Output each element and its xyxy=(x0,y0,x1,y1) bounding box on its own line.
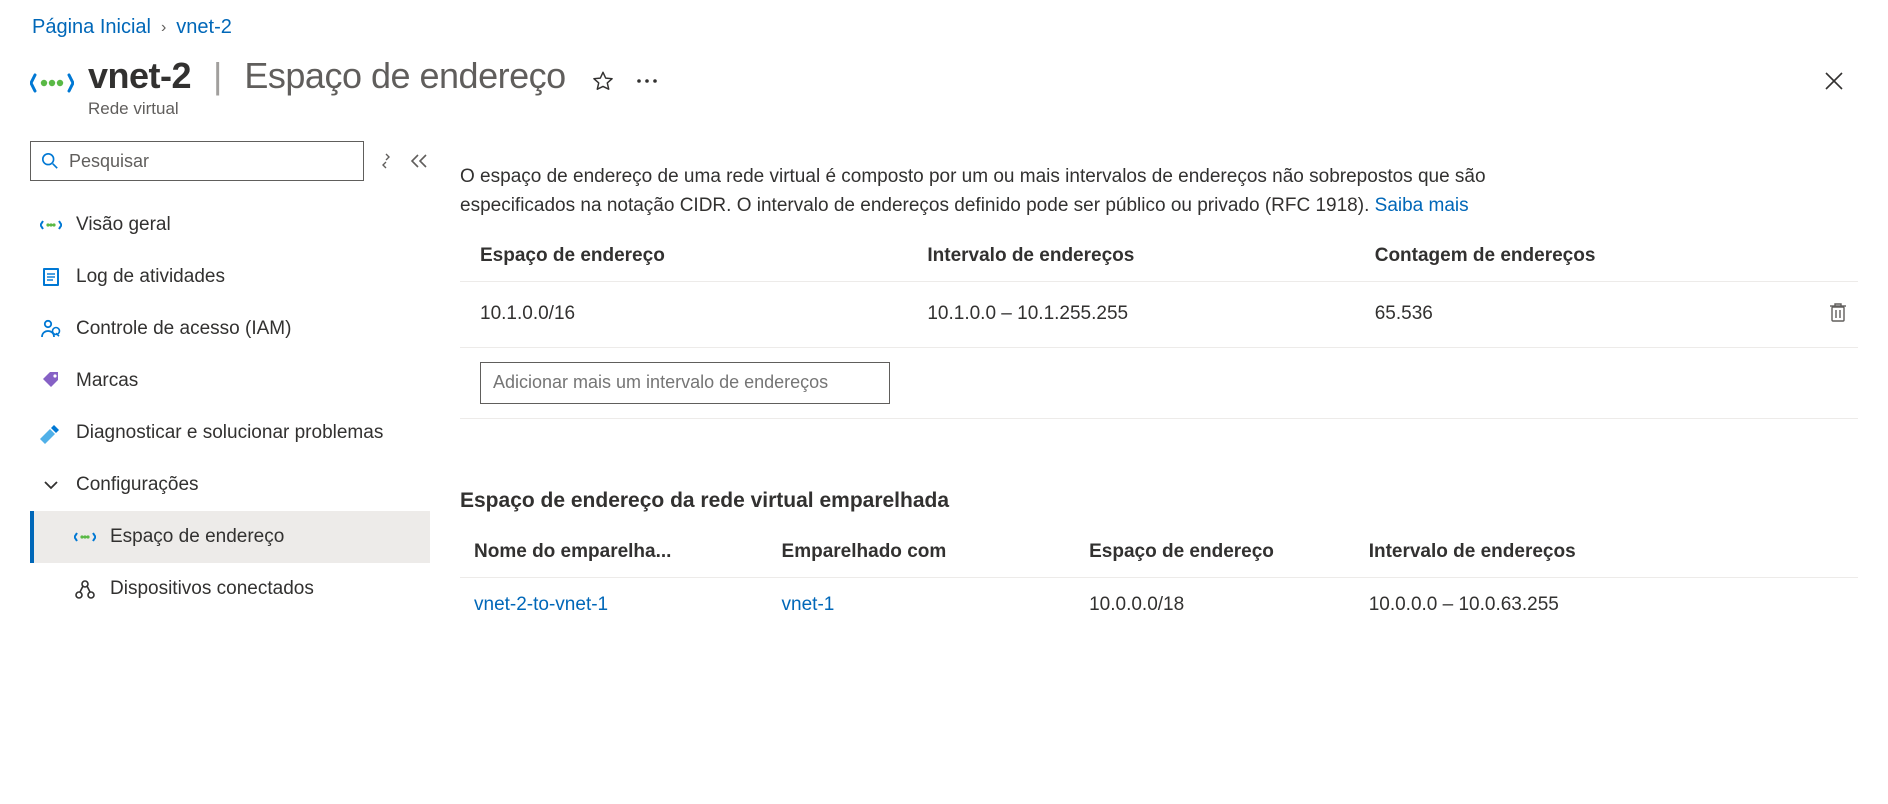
expand-icon xyxy=(378,153,394,169)
expand-toggle-button[interactable] xyxy=(376,151,396,171)
col-peer-space: Espaço de endereço xyxy=(1075,527,1355,578)
ellipsis-icon xyxy=(636,77,658,85)
col-address-space: Espaço de endereço xyxy=(460,235,907,282)
sidebar-item-address-space[interactable]: Espaço de endereço xyxy=(30,511,430,563)
sidebar-item-label: Log de atividades xyxy=(76,265,424,289)
col-address-count: Contagem de endereços xyxy=(1355,235,1802,282)
page-header: vnet-2 | Espaço de endereço xyxy=(30,55,1858,119)
sidebar-menu: Visão geral Log de atividades xyxy=(30,199,430,615)
sidebar-item-label: Configurações xyxy=(76,473,424,497)
search-input[interactable] xyxy=(67,150,353,173)
sidebar-item-tags[interactable]: Marcas xyxy=(30,355,430,407)
delete-address-button[interactable] xyxy=(1822,296,1854,328)
chevron-double-left-icon xyxy=(410,154,428,168)
sidebar-item-label: Controle de acesso (IAM) xyxy=(76,317,424,341)
add-range-input[interactable] xyxy=(480,362,890,404)
close-icon xyxy=(1824,71,1844,91)
page-title: Espaço de endereço xyxy=(244,55,565,97)
intro-paragraph: O espaço de endereço de uma rede virtual… xyxy=(460,162,1520,221)
sidebar-item-iam[interactable]: Controle de acesso (IAM) xyxy=(30,303,430,355)
resource-name: vnet-2 xyxy=(88,55,191,97)
sidebar-item-connected-devices[interactable]: Dispositivos conectados xyxy=(30,563,430,615)
diagnose-icon xyxy=(40,422,62,444)
peer-name-link[interactable]: vnet-2-to-vnet-1 xyxy=(474,594,608,615)
sidebar-item-diagnose[interactable]: Diagnosticar e solucionar problemas xyxy=(30,407,430,459)
peer-row: vnet-2-to-vnet-1 vnet-1 10.0.0.0/18 10.0… xyxy=(460,577,1858,616)
virtual-network-small-icon xyxy=(40,214,62,236)
star-icon xyxy=(592,70,614,92)
sidebar-item-label: Visão geral xyxy=(76,213,424,237)
add-range-row xyxy=(460,347,1858,418)
connected-devices-icon xyxy=(74,578,96,600)
cell-peer-range: 10.0.0.0 – 10.0.63.255 xyxy=(1355,577,1858,616)
virtual-network-icon xyxy=(30,61,74,105)
sidebar: Visão geral Log de atividades xyxy=(30,141,430,616)
breadcrumb-current[interactable]: vnet-2 xyxy=(176,16,232,39)
sidebar-item-label: Espaço de endereço xyxy=(110,525,424,549)
breadcrumb-home[interactable]: Página Inicial xyxy=(32,16,151,39)
peered-table: Nome do emparelha... Emparelhado com Esp… xyxy=(460,527,1858,616)
col-peer-name: Nome do emparelha... xyxy=(460,527,768,578)
trash-icon xyxy=(1828,301,1848,323)
sidebar-item-activity-log[interactable]: Log de atividades xyxy=(30,251,430,303)
collapse-sidebar-button[interactable] xyxy=(408,152,430,170)
cell-address-space: 10.1.0.0/16 xyxy=(460,281,907,347)
resource-type: Rede virtual xyxy=(88,99,660,119)
chevron-right-icon: › xyxy=(161,19,166,37)
chevron-down-icon xyxy=(40,474,62,496)
cell-peer-space: 10.0.0.0/18 xyxy=(1075,577,1355,616)
col-address-range: Intervalo de endereços xyxy=(907,235,1354,282)
sidebar-item-label: Diagnosticar e solucionar problemas xyxy=(76,421,424,445)
tag-icon xyxy=(40,370,62,392)
sidebar-item-label: Dispositivos conectados xyxy=(110,577,424,601)
cell-address-range: 10.1.0.0 – 10.1.255.255 xyxy=(907,281,1354,347)
more-button[interactable] xyxy=(634,75,660,87)
close-button[interactable] xyxy=(1818,61,1858,101)
peered-heading: Espaço de endereço da rede virtual empar… xyxy=(460,489,1858,513)
log-icon xyxy=(40,266,62,288)
search-icon xyxy=(41,152,59,170)
address-row: 10.1.0.0/16 10.1.0.0 – 10.1.255.255 65.5… xyxy=(460,281,1858,347)
col-peer-with: Emparelhado com xyxy=(768,527,1076,578)
virtual-network-small-icon xyxy=(74,526,96,548)
main-content: O espaço de endereço de uma rede virtual… xyxy=(460,141,1858,616)
sidebar-item-overview[interactable]: Visão geral xyxy=(30,199,430,251)
col-peer-range: Intervalo de endereços xyxy=(1355,527,1858,578)
peer-with-link[interactable]: vnet-1 xyxy=(782,594,835,615)
breadcrumb: Página Inicial › vnet-2 xyxy=(30,0,1858,49)
address-space-table: Espaço de endereço Intervalo de endereço… xyxy=(460,235,1858,419)
favorite-button[interactable] xyxy=(590,68,616,94)
sidebar-item-label: Marcas xyxy=(76,369,424,393)
learn-more-link[interactable]: Saiba mais xyxy=(1375,195,1469,216)
intro-text: O espaço de endereço de uma rede virtual… xyxy=(460,166,1486,216)
cell-address-count: 65.536 xyxy=(1355,281,1802,347)
sidebar-item-settings-group[interactable]: Configurações xyxy=(30,459,430,511)
iam-icon xyxy=(40,318,62,340)
search-box[interactable] xyxy=(30,141,364,181)
